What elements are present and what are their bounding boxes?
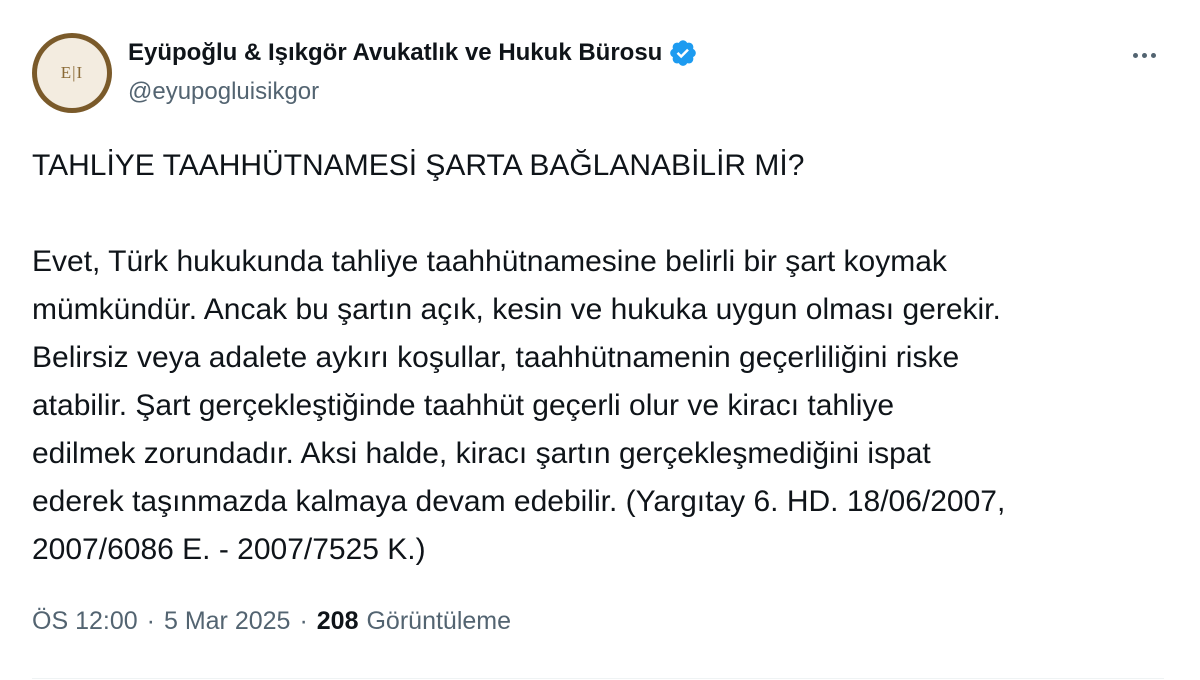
tweet-line: ederek taşınmazda kalmaya devam edebilir… xyxy=(32,485,1006,518)
author-name-row: Eyüpoğlu & Işıkgör Avukatlık ve Hukuk Bü… xyxy=(128,38,698,68)
more-horizontal-icon xyxy=(1132,52,1138,58)
tweet-line: Evet, Türk hukukunda tahliye taahhütname… xyxy=(32,245,947,278)
author-handle[interactable]: @eyupogluisikgor xyxy=(128,78,319,106)
tweet-line: atabilir. Şart gerçekleştiğinde taahhüt … xyxy=(32,389,895,422)
tweet-line: Belirsiz veya adalete aykırı koşullar, t… xyxy=(32,341,960,374)
tweet-meta: ÖS 12:00 · 5 Mar 2025 · 208 Görüntüleme xyxy=(32,607,511,636)
tweet-line: 2007/6086 E. - 2007/7525 K.) xyxy=(32,533,426,566)
avatar-logo-text: E|I xyxy=(60,63,84,82)
tweet-time[interactable]: ÖS 12:00 xyxy=(32,607,138,636)
views-count: 208 xyxy=(316,607,359,635)
meta-separator: · xyxy=(299,607,308,635)
avatar[interactable]: E|I xyxy=(32,33,112,113)
divider xyxy=(32,678,1164,679)
tweet-date[interactable]: 5 Mar 2025 xyxy=(164,607,290,636)
tweet-title: TAHLİYE TAAHHÜTNAMESİ ŞARTA BAĞLANABİLİR… xyxy=(32,149,805,182)
tweet-line: mümkündür. Ancak bu şartın açık, kesin v… xyxy=(32,293,1001,326)
tweet-line: edilmek zorundadır. Aksi halde, kiracı ş… xyxy=(32,437,931,470)
views-label: Görüntüleme xyxy=(366,607,512,635)
tweet-text: TAHLİYE TAAHHÜTNAMESİ ŞARTA BAĞLANABİLİR… xyxy=(32,142,1172,574)
avatar-logo: E|I xyxy=(37,38,107,108)
tweet-blank-line: ​ xyxy=(32,190,1172,238)
verified-badge-icon xyxy=(670,40,697,66)
meta-separator: · xyxy=(146,607,155,635)
more-options-button[interactable] xyxy=(1124,42,1164,68)
author-name[interactable]: Eyüpoğlu & Işıkgör Avukatlık ve Hukuk Bü… xyxy=(128,39,662,67)
